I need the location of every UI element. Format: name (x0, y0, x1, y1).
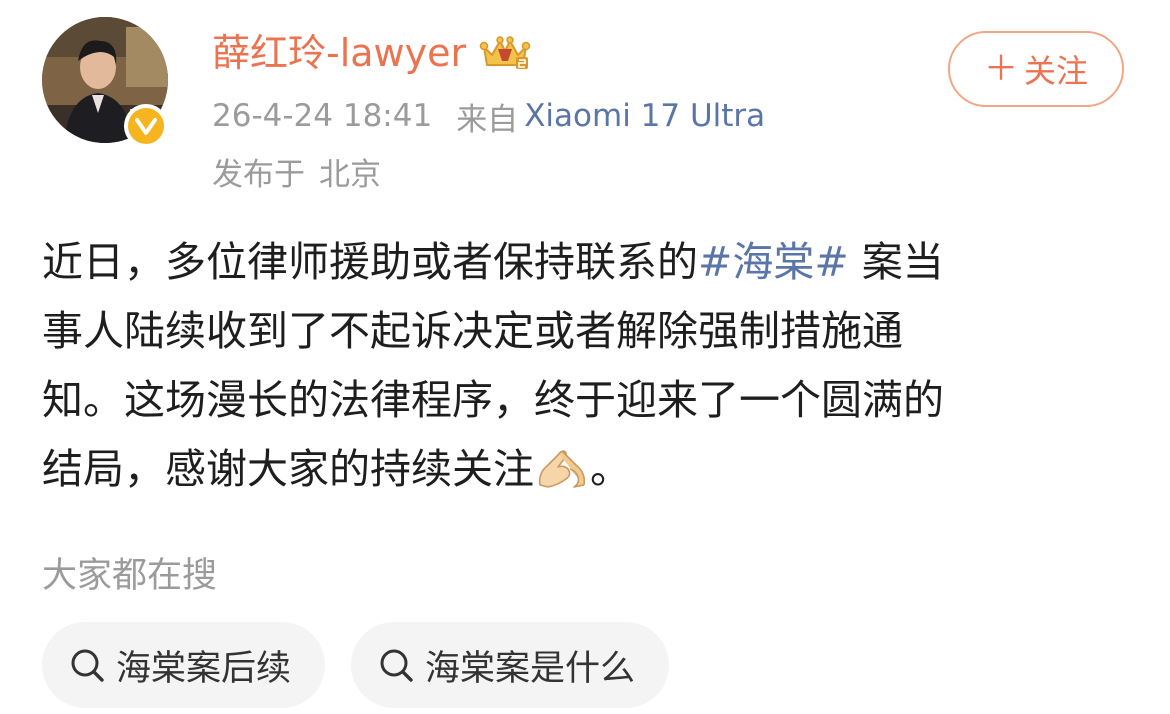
post-line-1: 近日，多位律师援助或者保持联系的#海棠# 案当 (42, 228, 1132, 297)
verified-v-icon (128, 108, 164, 144)
location-label: 发布于 (212, 156, 305, 193)
location-value: 北京 (319, 156, 381, 193)
search-icon (71, 649, 104, 682)
search-chip-label: 海棠案后续 (116, 648, 292, 689)
verified-badge (124, 104, 168, 148)
follow-label: 关注 (1023, 52, 1088, 90)
post-text-segment: 结局，感谢大家的持续关注 (42, 445, 534, 493)
plus-icon: ＋ (983, 49, 1018, 89)
device-link[interactable]: Xiaomi 17 Ultra (524, 98, 765, 134)
username[interactable]: 薛红玲-lawyer (212, 27, 466, 79)
search-icon (380, 649, 413, 682)
search-chip[interactable]: 海棠案是什么 (351, 622, 670, 708)
username-row: 薛红玲-lawyer (212, 27, 532, 79)
post-line-4: 结局，感谢大家的持续关注 。 (42, 435, 1132, 504)
crown-badge-icon[interactable] (478, 33, 532, 73)
post-time: 26-4-24 18:41 (212, 98, 433, 134)
post-line-2: 事人陆续收到了不起诉决定或者解除强制措施通 (42, 307, 903, 355)
post-text-segment: 案当 (848, 238, 944, 286)
post-text: 近日，多位律师援助或者保持联系的#海棠# 案当 事人陆续收到了不起诉决定或者解除… (42, 228, 1132, 504)
post-location: 发布于 北京 (212, 149, 381, 193)
trending-search-heading: 大家都在搜 (42, 556, 218, 596)
search-chip-label: 海棠案是什么 (425, 648, 636, 689)
post-text-segment: 。 (590, 445, 631, 493)
source-label: 来自 (456, 101, 519, 138)
folded-hands-emoji-icon (538, 450, 586, 488)
post-meta: 26-4-24 18:41 来自 Xiaomi 17 Ultra (212, 94, 765, 138)
trending-search-chips: 海棠案后续 海棠案是什么 (42, 622, 670, 708)
post-line-3: 知。这场漫长的法律程序，终于迎来了一个圆满的 (42, 376, 944, 424)
search-chip[interactable]: 海棠案后续 (42, 622, 326, 708)
follow-button[interactable]: ＋ 关注 (948, 31, 1124, 107)
post-text-segment: 近日，多位律师援助或者保持联系的 (42, 238, 698, 286)
hashtag-link[interactable]: #海棠# (698, 238, 849, 286)
